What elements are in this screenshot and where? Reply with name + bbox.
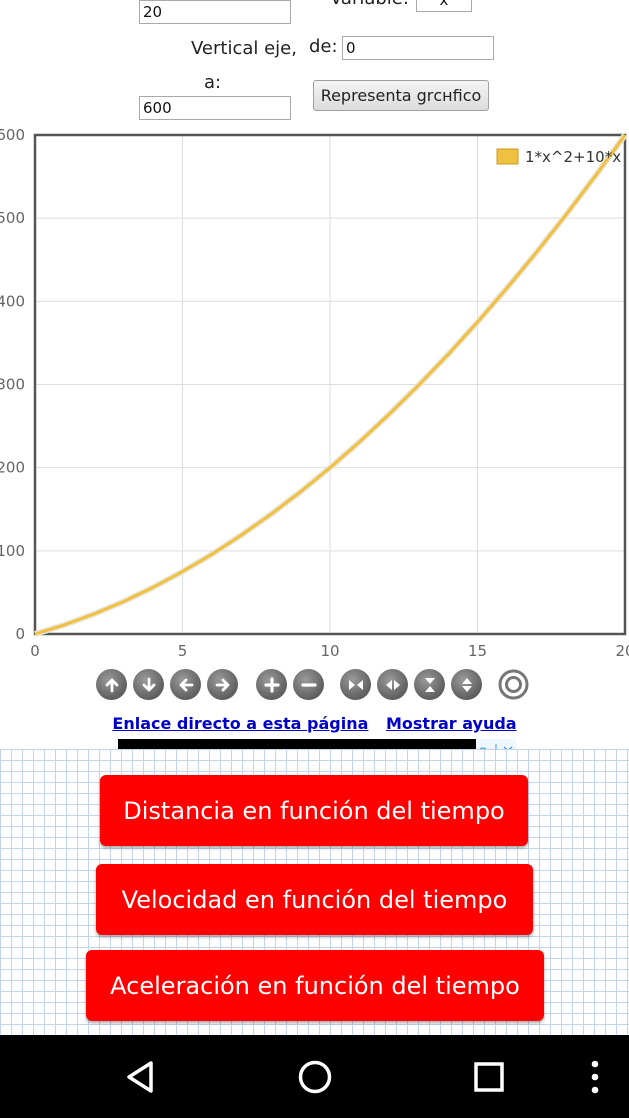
y-max-label: a: (204, 72, 222, 93)
recents-icon (474, 1061, 504, 1092)
variable-label: Variable: (330, 0, 409, 9)
x-tick-label: 5 (178, 642, 188, 660)
zoom-out-button[interactable] (293, 669, 324, 700)
y-tick-label: 400 (0, 292, 25, 310)
y-tick-label: 500 (0, 209, 25, 227)
y-min-label: de: (309, 36, 338, 57)
shrink-vertical-icon (461, 677, 472, 692)
function-chart[interactable]: 0510152001002003004005006001*x^2+10*x (0, 125, 629, 665)
legend-swatch (496, 148, 519, 165)
more-vertical-icon (591, 1060, 599, 1093)
vertical-axis-label: Vertical eje, (191, 38, 297, 59)
arrow-up-icon (105, 678, 118, 692)
shrink-horizontal-button[interactable] (377, 669, 408, 700)
y-tick-label: 0 (15, 625, 25, 643)
recents-button[interactable] (459, 1035, 519, 1118)
x-tick-label: 20 (615, 642, 629, 660)
arrow-right-icon (215, 678, 229, 691)
zoom-in-icon (263, 676, 280, 693)
distance-time-button[interactable]: Distancia en función del tiempo (100, 775, 528, 846)
system-navigation-bar (0, 1035, 629, 1118)
y-min-input[interactable] (342, 36, 494, 60)
arrow-left-icon (179, 678, 193, 691)
acceleration-time-button[interactable]: Aceleración en función del tiempo (86, 950, 544, 1021)
arrow-down-icon (142, 677, 155, 691)
y-tick-label: 200 (0, 459, 25, 477)
expand-horizontal-button[interactable] (340, 669, 371, 700)
arrow-left-button[interactable] (170, 669, 201, 700)
back-button[interactable] (110, 1035, 170, 1118)
y-max-input[interactable] (139, 96, 291, 120)
direct-link[interactable]: Enlace directo a esta página (112, 714, 368, 733)
reset-view-icon (498, 669, 529, 700)
home-icon (298, 1060, 332, 1093)
y-tick-label: 600 (0, 126, 25, 144)
back-icon (127, 1060, 153, 1093)
expand-vertical-button[interactable] (414, 669, 445, 700)
shrink-horizontal-icon (385, 679, 400, 690)
x-tick-label: 0 (30, 642, 40, 660)
arrow-down-button[interactable] (133, 669, 164, 700)
x-tick-label: 15 (468, 642, 487, 660)
x-tick-label: 10 (320, 642, 339, 660)
home-button[interactable] (285, 1035, 345, 1118)
zoom-in-button[interactable] (256, 669, 287, 700)
expand-horizontal-icon (348, 679, 363, 690)
y-tick-label: 300 (0, 376, 25, 394)
arrow-up-button[interactable] (96, 669, 127, 700)
ad-banner[interactable] (118, 739, 476, 749)
ad-choices-icon[interactable] (476, 739, 516, 757)
more-options-button[interactable] (580, 1035, 610, 1118)
y-tick-label: 100 (0, 542, 25, 560)
legend-label: 1*x^2+10*x (525, 148, 621, 166)
velocity-time-button[interactable]: Velocidad en función del tiempo (96, 864, 533, 935)
variable-input[interactable] (416, 0, 472, 12)
expand-vertical-icon (424, 677, 435, 692)
arrow-right-button[interactable] (207, 669, 238, 700)
zoom-out-icon (300, 682, 317, 687)
reset-view-button[interactable] (498, 669, 529, 700)
plot-button[interactable]: Representa grснfico (313, 80, 489, 111)
x-range-end-input[interactable] (139, 0, 291, 24)
help-link[interactable]: Mostrar ayuda (386, 714, 517, 733)
links-row: Enlace directo a esta página Mostrar ayu… (0, 714, 629, 733)
shrink-vertical-button[interactable] (451, 669, 482, 700)
